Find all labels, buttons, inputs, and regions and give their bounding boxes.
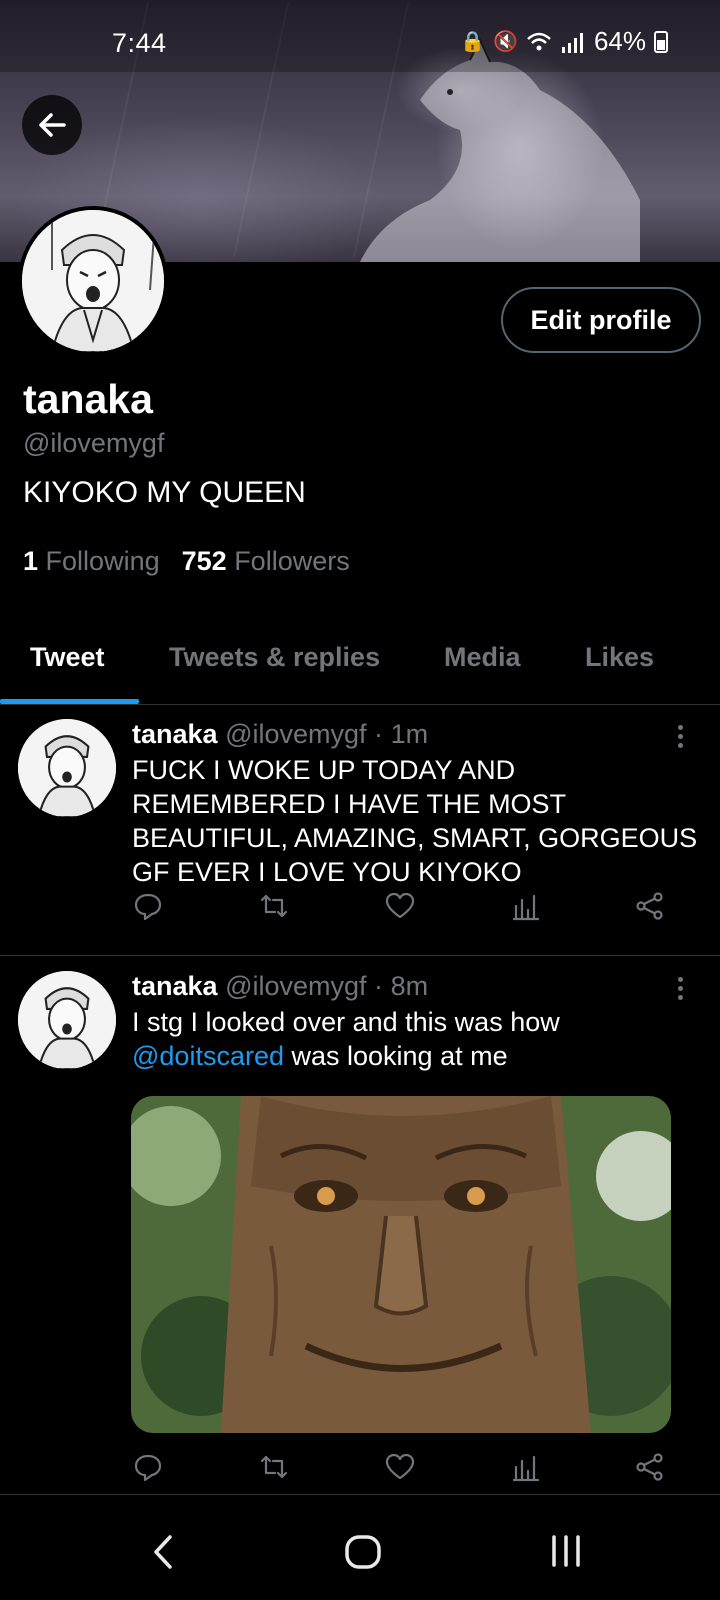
tweet-separator: · (374, 719, 384, 749)
followers-count: 752 (181, 546, 227, 576)
edit-profile-button[interactable]: Edit profile (501, 287, 701, 353)
mute-icon: 🔇 (493, 31, 518, 53)
lock-icon: 🔒 (460, 31, 486, 53)
retweet-icon[interactable] (258, 890, 290, 922)
tweet-time: 1m (390, 719, 429, 749)
status-icons: 🔒 🔇 64% (460, 26, 668, 57)
tab-likes[interactable]: Likes (585, 642, 654, 673)
more-icon[interactable] (672, 725, 688, 748)
tweet[interactable]: tanaka @ilovemygf · 8m I stg I looked ov… (0, 957, 720, 1492)
tweet-author-handle: @ilovemygf (225, 971, 367, 1001)
tab-tweet[interactable]: Tweet (30, 642, 105, 673)
followers-link[interactable]: 752 Followers (182, 546, 350, 577)
back-button[interactable] (22, 95, 82, 155)
tweet-time: 8m (390, 971, 429, 1001)
tweet-text: I stg I looked over and this was how @do… (132, 1005, 702, 1073)
tweet-header: tanaka @ilovemygf · 1m (132, 719, 428, 750)
tweet-separator: · (374, 971, 384, 1001)
system-nav-bar (0, 1500, 720, 1600)
avatar-image (18, 719, 116, 817)
active-tab-indicator (0, 699, 139, 704)
tab-tweets-replies[interactable]: Tweets & replies (169, 642, 380, 673)
nav-back-icon[interactable] (148, 1532, 178, 1572)
heart-icon[interactable] (384, 890, 416, 922)
tweet-mention-link[interactable]: @doitscared (132, 1041, 284, 1071)
wifi-icon (527, 32, 551, 50)
tweet-author-name[interactable]: tanaka (132, 971, 218, 1001)
tweet-divider (0, 955, 720, 956)
profile-bio: KIYOKO MY QUEEN (23, 476, 306, 509)
tweet-header: tanaka @ilovemygf · 8m (132, 971, 428, 1002)
profile-display-name: tanaka (23, 376, 153, 422)
status-bar: 7:44 🔒 🔇 64% (0, 0, 720, 72)
tweet-text: FUCK I WOKE UP TODAY AND REMEMBERED I HA… (132, 755, 698, 887)
tweet-author-handle: @ilovemygf (225, 719, 367, 749)
following-count: 1 (23, 546, 39, 576)
reply-icon[interactable] (132, 890, 164, 922)
views-icon[interactable] (510, 890, 542, 922)
profile-tabs: Tweet Tweets & replies Media Likes (0, 620, 720, 705)
status-time: 7:44 (112, 28, 167, 58)
following-link[interactable]: 1 Following (23, 546, 160, 577)
tweet-image[interactable] (131, 1096, 671, 1433)
more-icon[interactable] (672, 977, 688, 1000)
tweet-avatar[interactable] (18, 719, 116, 817)
tree-face-image (131, 1096, 671, 1433)
battery-icon (654, 30, 668, 53)
signal-icon (561, 32, 583, 53)
battery-percent: 64% (593, 26, 646, 56)
tweet-author-name[interactable]: tanaka (132, 719, 218, 749)
share-icon[interactable] (634, 1451, 666, 1483)
tweet-divider (0, 1494, 720, 1495)
heart-icon[interactable] (384, 1451, 416, 1483)
following-label: Following (45, 546, 160, 576)
share-icon[interactable] (634, 890, 666, 922)
profile-avatar[interactable] (18, 206, 168, 356)
tweet-avatar[interactable] (18, 971, 116, 1069)
views-icon[interactable] (510, 1451, 542, 1483)
tweet-text-part: was looking at me (283, 1041, 508, 1071)
tweet-text-part: I stg I looked over and this was how (132, 1007, 560, 1037)
reply-icon[interactable] (132, 1451, 164, 1483)
avatar-image (22, 210, 164, 352)
retweet-icon[interactable] (258, 1451, 290, 1483)
arrow-left-icon (39, 113, 66, 137)
tweet-actions (132, 1451, 692, 1487)
avatar-image (18, 971, 116, 1069)
follow-stats: 1 Following 752 Followers (23, 546, 350, 577)
tab-media[interactable]: Media (444, 642, 521, 673)
nav-home-icon[interactable] (344, 1534, 382, 1570)
profile-handle: @ilovemygf (23, 428, 165, 458)
tweet[interactable]: tanaka @ilovemygf · 1m FUCK I WOKE UP TO… (0, 705, 720, 955)
nav-recents-icon[interactable] (548, 1534, 584, 1568)
tweet-actions (132, 890, 692, 926)
followers-label: Followers (234, 546, 350, 576)
